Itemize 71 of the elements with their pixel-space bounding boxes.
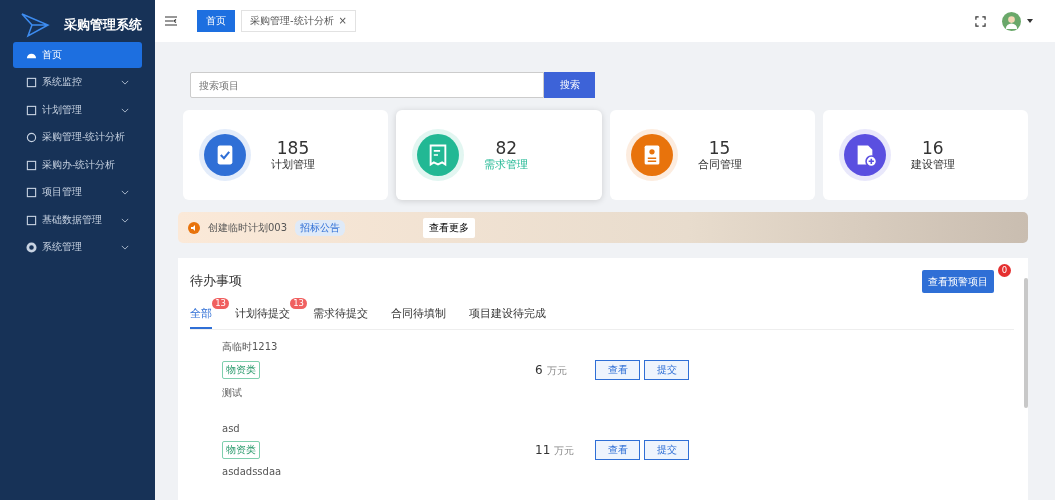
view-more-button[interactable]: 查看更多 xyxy=(423,217,476,238)
stat-value: 16 xyxy=(921,138,944,158)
sidebar-item[interactable]: 基础数据管理 xyxy=(13,207,142,233)
menu-item-icon xyxy=(26,187,37,198)
stat-card[interactable]: 16 建设管理 xyxy=(822,110,1028,200)
stat-label: 计划管理 xyxy=(271,158,315,172)
caret-down-icon[interactable] xyxy=(1027,19,1033,23)
stat-card[interactable]: 15 合同管理 xyxy=(609,110,815,200)
scrollbar[interactable] xyxy=(1024,278,1028,408)
amount-unit: 万元 xyxy=(554,443,575,458)
filter-tab[interactable]: 计划待提交 xyxy=(235,307,290,329)
amount-unit: 万元 xyxy=(546,363,567,378)
stat-value: 185 xyxy=(276,138,310,158)
item-title: asd xyxy=(222,423,240,434)
menu-item-icon xyxy=(26,77,37,88)
view-alerts-button[interactable]: 查看预警项目 xyxy=(922,270,994,293)
clipboard-check-icon xyxy=(204,134,246,176)
stat-value: 15 xyxy=(708,138,731,158)
contract-icon xyxy=(630,134,673,176)
stat-label: 需求管理 xyxy=(484,158,529,172)
close-icon[interactable]: × xyxy=(338,15,347,26)
page-tab[interactable]: 采购管理-统计分析 × xyxy=(241,10,356,32)
stat-value: 82 xyxy=(495,138,518,158)
settings-icon xyxy=(26,242,37,253)
amount-value: 11 xyxy=(535,442,551,457)
stat-card[interactable]: 185 计划管理 xyxy=(183,110,389,200)
receipt-icon xyxy=(417,134,460,176)
speaker-icon xyxy=(188,221,200,234)
item-title: 高临时1213 xyxy=(222,340,278,354)
page-tab[interactable]: 首页 xyxy=(197,10,235,32)
menu-item-icon xyxy=(26,159,37,171)
count-badge: 13 xyxy=(290,298,307,309)
fullscreen-icon[interactable] xyxy=(975,15,986,27)
sidebar-item[interactable]: 项目管理 xyxy=(13,179,142,206)
filter-tab[interactable]: 项目建设待完成 xyxy=(469,307,546,329)
category-tag: 物资类 xyxy=(222,361,260,379)
stat-label: 建设管理 xyxy=(910,158,955,172)
avatar-icon[interactable] xyxy=(1002,11,1021,31)
search-button[interactable]: 搜索 xyxy=(544,72,595,98)
amount-value: 6 xyxy=(535,362,543,377)
action-button[interactable]: 查看 xyxy=(595,360,640,380)
item-description: 测试 xyxy=(222,386,242,400)
sidebar-item[interactable]: 系统监控 xyxy=(13,69,142,96)
paper-plane-logo-icon xyxy=(20,12,50,38)
menu-item-icon xyxy=(26,214,37,226)
app-title: 采购管理系统 xyxy=(64,16,142,34)
document-plus-icon xyxy=(843,134,886,176)
action-button[interactable]: 提交 xyxy=(644,440,689,460)
menu-icon[interactable] xyxy=(165,16,177,26)
count-badge: 13 xyxy=(212,298,229,309)
filter-tab[interactable]: 全部 xyxy=(190,307,212,329)
action-button[interactable]: 提交 xyxy=(644,360,689,380)
menu-item-icon xyxy=(26,104,37,116)
item-description: asdadssdaa xyxy=(222,466,282,477)
action-button[interactable]: 查看 xyxy=(595,440,640,460)
panel-title: 待办事项 xyxy=(190,273,242,290)
sidebar-item[interactable]: 采购办-统计分析 xyxy=(13,152,142,178)
sidebar-item[interactable]: 首页 xyxy=(13,42,142,68)
count-badge: 0 xyxy=(998,264,1011,277)
search-field[interactable]: 搜索项目 xyxy=(190,72,544,98)
menu-item-icon xyxy=(26,132,37,143)
filter-tab[interactable]: 合同待填制 xyxy=(391,307,446,329)
sidebar-item[interactable]: 系统管理 xyxy=(13,234,142,261)
filter-tab[interactable]: 需求待提交 xyxy=(313,307,368,329)
sidebar-item[interactable]: 计划管理 xyxy=(13,97,142,123)
notice-text: 创建临时计划003 xyxy=(208,220,288,235)
category-tag: 物资类 xyxy=(222,441,260,459)
sidebar-item[interactable]: 采购管理-统计分析 xyxy=(13,124,142,151)
stat-card[interactable]: 82 需求管理 xyxy=(396,110,602,200)
stat-label: 合同管理 xyxy=(697,158,742,172)
notice-tag: 招标公告 xyxy=(295,219,346,236)
